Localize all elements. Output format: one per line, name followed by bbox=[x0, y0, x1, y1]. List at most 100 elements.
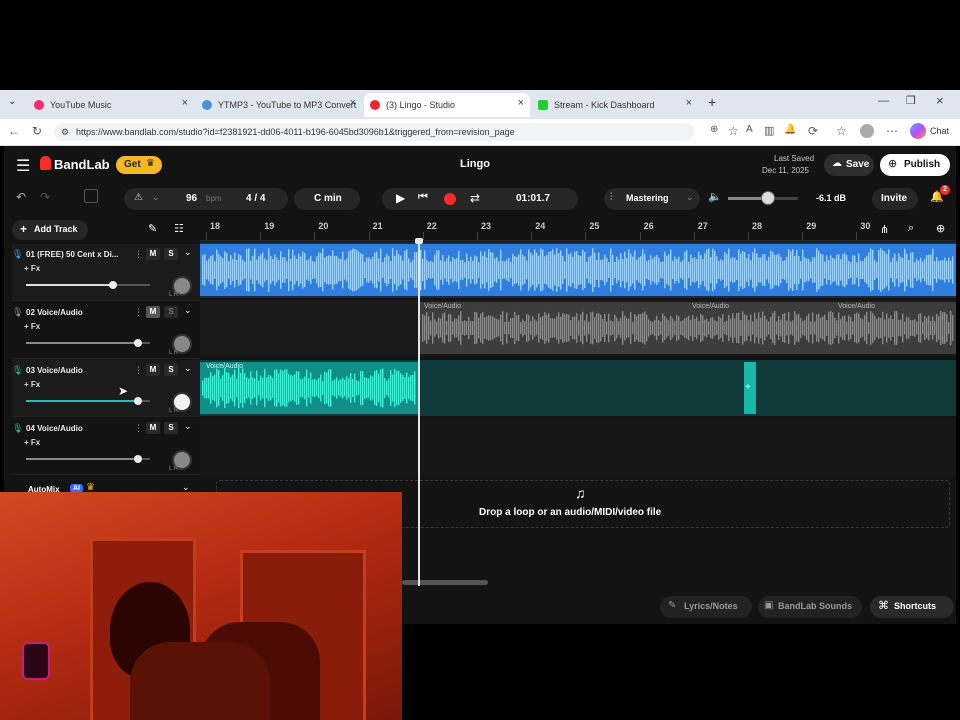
more-vertical-icon[interactable]: ⋮ bbox=[134, 365, 143, 376]
close-icon[interactable]: × bbox=[686, 97, 692, 109]
track-header-1[interactable]: 🎙 01 (FREE) 50 Cent x Di... ⋮ M S ⌄ + Fx… bbox=[12, 244, 200, 301]
track-name[interactable]: 03 Voice/Audio bbox=[26, 366, 130, 375]
mastering-button[interactable]: ⫶ Mastering ⌄ bbox=[604, 188, 700, 210]
close-icon[interactable]: × bbox=[518, 97, 524, 109]
chevron-down-icon[interactable]: ⌄ bbox=[184, 305, 192, 316]
redo-icon[interactable]: ↷ bbox=[40, 190, 50, 204]
mute-button[interactable]: M bbox=[146, 306, 160, 318]
zoom-icon[interactable]: ⊕ bbox=[710, 124, 718, 135]
solo-button[interactable]: S bbox=[164, 422, 178, 434]
back-icon[interactable]: ← bbox=[8, 124, 20, 138]
fx-button[interactable]: + Fx bbox=[24, 438, 40, 447]
zoom-in-icon[interactable]: ⊕ bbox=[936, 222, 945, 235]
record-button[interactable] bbox=[444, 193, 456, 205]
close-icon[interactable]: × bbox=[182, 97, 188, 109]
mute-button[interactable]: M bbox=[146, 422, 160, 434]
profile-avatar[interactable] bbox=[860, 124, 874, 138]
track-volume-slider[interactable] bbox=[26, 342, 150, 344]
track-volume-slider[interactable] bbox=[26, 284, 150, 286]
magnet-icon[interactable]: ⋔ bbox=[880, 223, 889, 236]
shortcuts-button[interactable]: ⌘ Shortcuts bbox=[870, 596, 954, 618]
solo-button[interactable]: S bbox=[164, 248, 178, 260]
reading-list-icon[interactable]: ▥ bbox=[764, 124, 774, 137]
metronome-icon[interactable]: ⚠ bbox=[134, 192, 143, 203]
read-aloud-icon[interactable]: A bbox=[746, 124, 753, 135]
more-vertical-icon[interactable]: ⋮ bbox=[134, 249, 143, 260]
track-name[interactable]: 01 (FREE) 50 Cent x Di... bbox=[26, 250, 130, 259]
master-volume-thumb[interactable] bbox=[760, 191, 775, 205]
minimize-icon[interactable]: — bbox=[878, 95, 889, 107]
fx-button[interactable]: + Fx bbox=[24, 380, 40, 389]
url-field[interactable]: ⚙ https://www.bandlab.com/studio?id=f238… bbox=[54, 123, 694, 141]
hamburger-menu-icon[interactable]: ☰ bbox=[16, 156, 30, 176]
mute-button[interactable]: M bbox=[146, 364, 160, 376]
bookmark-star-icon[interactable]: ☆ bbox=[728, 124, 739, 138]
track-name[interactable]: 02 Voice/Audio bbox=[26, 308, 130, 317]
time-signature[interactable]: 4 / 4 bbox=[246, 193, 265, 204]
loop-icon[interactable]: ⇄ bbox=[470, 191, 480, 205]
track-name[interactable]: 04 Voice/Audio bbox=[26, 424, 130, 433]
new-tab-button[interactable]: + bbox=[708, 94, 716, 110]
master-volume-slider[interactable] bbox=[728, 191, 798, 205]
horizontal-scrollbar[interactable] bbox=[402, 580, 488, 585]
play-icon[interactable]: ▶ bbox=[396, 191, 405, 205]
playhead[interactable] bbox=[415, 238, 423, 586]
tempo-value[interactable]: 96 bbox=[186, 193, 197, 204]
bandlab-sounds-button[interactable]: ▣ BandLab Sounds bbox=[758, 596, 862, 618]
track-volume-thumb[interactable] bbox=[133, 455, 142, 463]
chevron-down-icon[interactable]: ⌄ bbox=[184, 363, 192, 374]
extensions-icon[interactable]: ⟳ bbox=[808, 124, 818, 138]
solo-button[interactable]: S bbox=[164, 364, 178, 376]
timeline-ruler[interactable]: 18 19 20 21 22 23 24 25 26 27 28 29 30 ⋔ ⌕ ⊕ bbox=[200, 218, 956, 241]
project-title[interactable]: Lingo bbox=[460, 158, 490, 170]
more-menu-icon[interactable]: ⋯ bbox=[886, 124, 898, 138]
track-volume-thumb[interactable] bbox=[133, 397, 142, 405]
restore-icon[interactable]: ❐ bbox=[906, 94, 916, 107]
speaker-icon[interactable]: 🔈 bbox=[708, 190, 722, 203]
track-header-3[interactable]: 🎙 03 Voice/Audio ⋮ M S ⌄ + Fx L R bbox=[12, 360, 200, 417]
audio-clip-beat[interactable] bbox=[200, 242, 956, 298]
undo-icon[interactable]: ↶ bbox=[16, 190, 26, 204]
copilot-icon[interactable] bbox=[910, 123, 926, 139]
chevron-down-icon[interactable]: ⌄ bbox=[184, 247, 192, 258]
track-volume-slider[interactable] bbox=[26, 400, 150, 402]
pencil-icon[interactable]: ✎ bbox=[148, 222, 157, 235]
more-vertical-icon[interactable]: ⋮ bbox=[134, 423, 143, 434]
mute-button[interactable]: M bbox=[146, 248, 160, 260]
zoom-out-icon[interactable]: ⌕ bbox=[908, 222, 914, 235]
invite-button[interactable]: Invite bbox=[872, 188, 918, 210]
chevron-down-icon[interactable]: ⌄ bbox=[184, 421, 192, 432]
tab-ytmp3[interactable]: YTMP3 - YouTube to MP3 Convert × bbox=[196, 93, 362, 117]
add-track-button[interactable]: + Add Track bbox=[12, 220, 88, 240]
track-volume-slider[interactable] bbox=[26, 458, 150, 460]
audio-clip-voice-teal[interactable] bbox=[200, 360, 956, 416]
snap-icon[interactable] bbox=[84, 189, 98, 203]
track-settings-icon[interactable]: ☷ bbox=[174, 222, 184, 235]
get-membership-button[interactable]: Get ♛ bbox=[116, 156, 162, 174]
tab-bandlab-studio[interactable]: (3) Lingo - Studio × bbox=[364, 93, 530, 117]
track-volume-thumb[interactable] bbox=[133, 339, 142, 347]
publish-button[interactable]: ⊕ Publish bbox=[880, 154, 950, 176]
track-header-4[interactable]: 🎙 04 Voice/Audio ⋮ M S ⌄ + Fx L R bbox=[12, 418, 200, 475]
metronome-chevron-icon[interactable]: ⌄ bbox=[152, 192, 160, 203]
tab-kick-dashboard[interactable]: Stream - Kick Dashboard × bbox=[532, 93, 698, 117]
window-close-icon[interactable]: × bbox=[936, 93, 944, 108]
skip-back-icon[interactable]: ⏮ bbox=[418, 191, 428, 204]
notification-bell-icon[interactable]: 🔔 bbox=[784, 124, 796, 135]
fx-button[interactable]: + Fx bbox=[24, 322, 40, 331]
lyrics-notes-button[interactable]: ✎ Lyrics/Notes bbox=[660, 596, 752, 618]
save-button[interactable]: ☁ Save bbox=[824, 154, 874, 176]
fx-button[interactable]: + Fx bbox=[24, 264, 40, 273]
reload-icon[interactable]: ↻ bbox=[32, 124, 42, 138]
favorites-icon[interactable]: ☆ bbox=[836, 124, 847, 138]
chat-label[interactable]: Chat bbox=[930, 126, 949, 136]
solo-button[interactable]: S bbox=[164, 306, 178, 318]
track-volume-thumb[interactable] bbox=[108, 281, 117, 289]
site-info-icon[interactable]: ⚙ bbox=[61, 123, 69, 141]
bandlab-logo[interactable]: BandLab bbox=[54, 157, 110, 172]
tab-youtube-music[interactable]: YouTube Music × bbox=[28, 93, 194, 117]
track-header-2[interactable]: 🎙 02 Voice/Audio ⋮ M S ⌄ + Fx L R bbox=[12, 302, 200, 359]
tab-list-chevron-icon[interactable]: ⌄ bbox=[8, 96, 16, 107]
close-icon[interactable]: × bbox=[350, 97, 356, 109]
key-selector[interactable]: C min bbox=[294, 188, 360, 210]
